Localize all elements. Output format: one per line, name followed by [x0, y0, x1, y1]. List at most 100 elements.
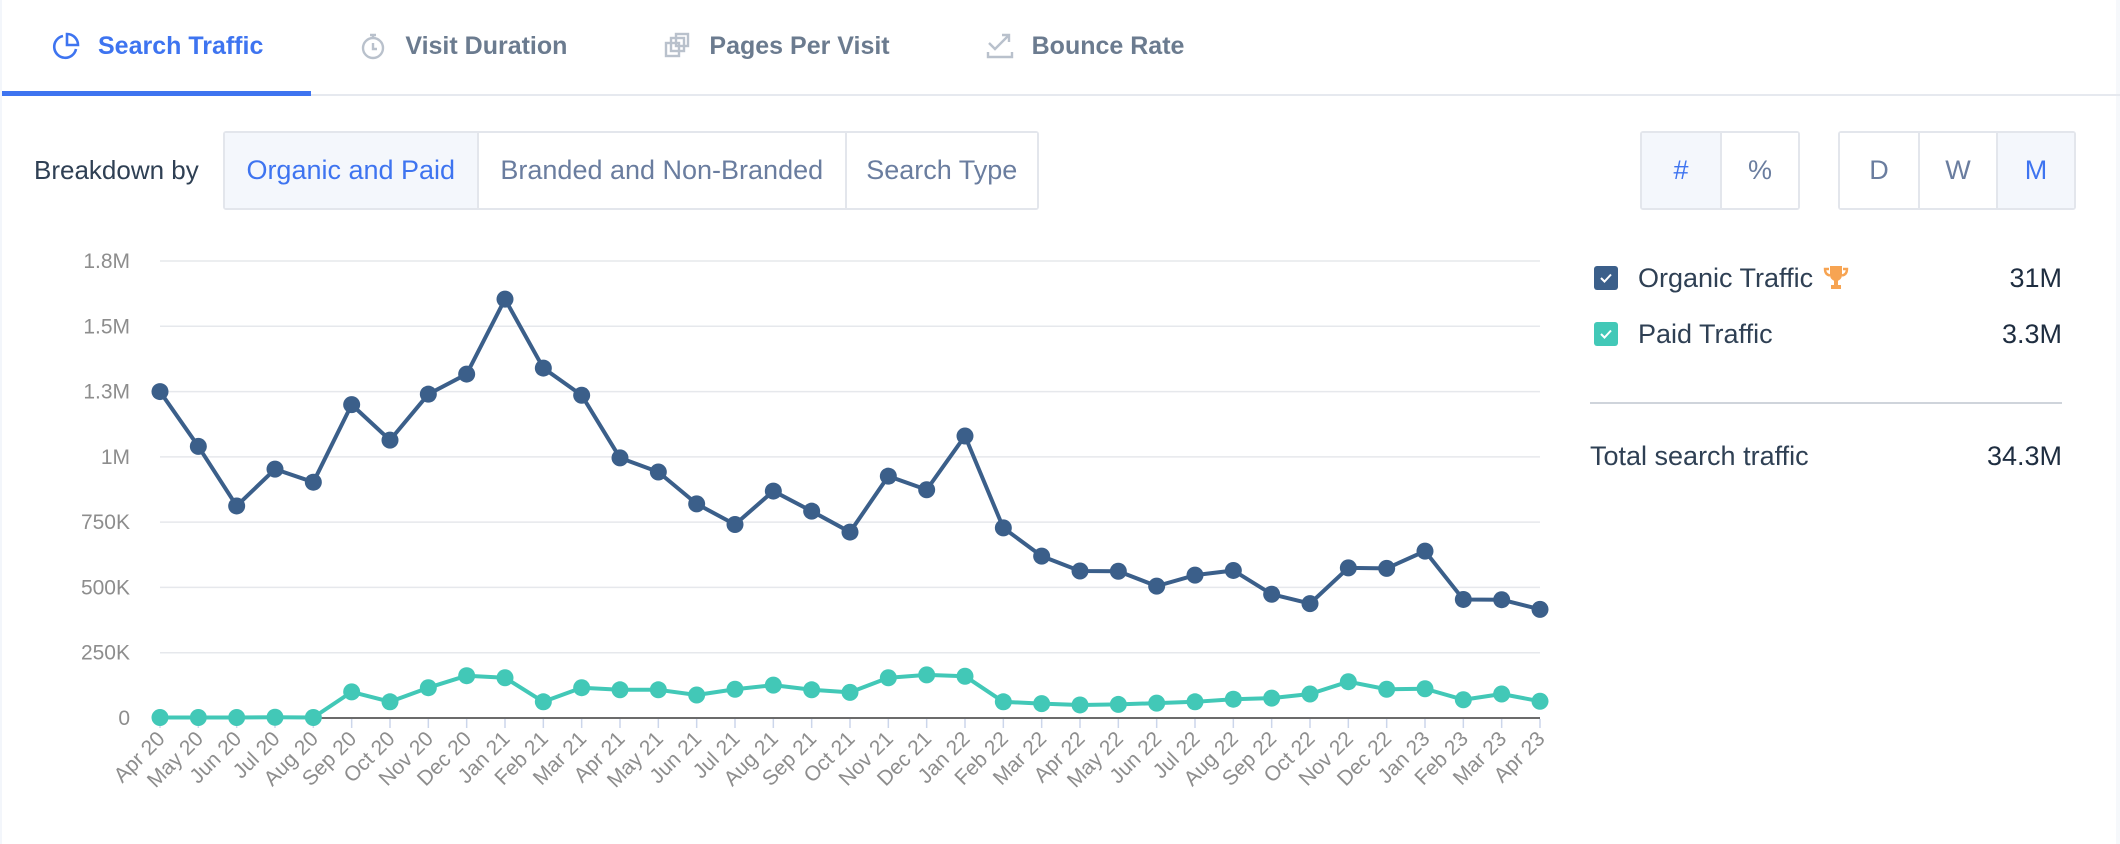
data-point[interactable]	[1301, 595, 1319, 613]
data-point[interactable]	[228, 708, 246, 726]
data-point[interactable]	[1263, 689, 1281, 707]
data-point[interactable]	[1109, 695, 1127, 713]
data-point[interactable]	[1148, 694, 1166, 712]
data-point[interactable]	[1033, 547, 1051, 565]
data-point[interactable]	[151, 383, 169, 401]
data-point[interactable]	[994, 519, 1012, 537]
breakdown-branded-button[interactable]: Branded and Non-Branded	[476, 133, 845, 208]
data-point[interactable]	[726, 680, 744, 698]
data-point[interactable]	[649, 681, 667, 699]
paid-checkbox[interactable]	[1594, 322, 1618, 346]
tab-visit-duration[interactable]: Visit Duration	[311, 0, 615, 94]
tab-search-traffic[interactable]: Search Traffic	[2, 0, 312, 96]
data-point[interactable]	[458, 667, 476, 685]
unit-number-button[interactable]: #	[1642, 133, 1720, 208]
data-point[interactable]	[726, 515, 744, 533]
data-point[interactable]	[1186, 693, 1204, 711]
data-point[interactable]	[994, 693, 1012, 711]
data-point[interactable]	[803, 502, 821, 520]
data-point[interactable]	[956, 427, 974, 445]
data-point[interactable]	[496, 290, 514, 308]
data-point[interactable]	[956, 667, 974, 685]
data-point[interactable]	[1071, 562, 1089, 580]
legend-item-paid: Paid Traffic 3.3M	[1590, 314, 2062, 354]
data-point[interactable]	[1416, 542, 1434, 560]
unit-percent-button[interactable]: %	[1720, 133, 1798, 208]
data-point[interactable]	[1454, 590, 1472, 608]
data-point[interactable]	[649, 463, 667, 481]
y-tick-label: 1M	[101, 446, 130, 469]
data-point[interactable]	[1071, 696, 1089, 714]
organic-checkbox[interactable]	[1594, 266, 1618, 290]
data-point[interactable]	[534, 693, 552, 711]
y-tick-label: 500K	[81, 576, 130, 599]
tab-label: Search Traffic	[98, 31, 264, 60]
data-point[interactable]	[496, 669, 514, 687]
period-day-button[interactable]: D	[1840, 133, 1918, 208]
data-point[interactable]	[1263, 585, 1281, 603]
data-point[interactable]	[151, 708, 169, 726]
data-point[interactable]	[1109, 562, 1127, 580]
data-point[interactable]	[573, 679, 591, 697]
legend-label-text: Paid Traffic	[1638, 318, 1773, 349]
data-point[interactable]	[266, 460, 284, 478]
data-point[interactable]	[611, 449, 629, 467]
data-point[interactable]	[1493, 591, 1511, 609]
metric-tabs: Search Traffic Visit Duration Pages Per …	[2, 0, 2120, 96]
data-point[interactable]	[1301, 685, 1319, 703]
legend-label: Paid Traffic	[1638, 319, 2002, 350]
data-point[interactable]	[266, 708, 284, 726]
data-point[interactable]	[304, 708, 322, 726]
data-point[interactable]	[1148, 577, 1166, 595]
data-point[interactable]	[918, 666, 936, 684]
data-point[interactable]	[1454, 691, 1472, 709]
data-point[interactable]	[611, 681, 629, 699]
data-point[interactable]	[1224, 690, 1242, 708]
data-point[interactable]	[841, 683, 859, 701]
breakdown-search-type-button[interactable]: Search Type	[844, 133, 1037, 208]
data-point[interactable]	[189, 437, 207, 455]
data-point[interactable]	[381, 431, 399, 449]
y-tick-label: 250K	[81, 642, 130, 665]
breakdown-organic-paid-button[interactable]: Organic and Paid	[224, 133, 477, 208]
data-point[interactable]	[688, 495, 706, 513]
data-point[interactable]	[189, 708, 207, 726]
data-point[interactable]	[841, 523, 859, 541]
tab-pages-per-visit[interactable]: Pages Per Visit	[615, 0, 937, 94]
data-point[interactable]	[381, 693, 399, 711]
data-point[interactable]	[534, 359, 552, 377]
data-point[interactable]	[228, 497, 246, 515]
data-point[interactable]	[1186, 566, 1204, 584]
legend-divider	[1590, 402, 2062, 404]
legend-value: 3.3M	[2001, 318, 2062, 349]
data-point[interactable]	[1339, 673, 1357, 691]
tab-bounce-rate[interactable]: Bounce Rate	[938, 0, 1233, 94]
data-point[interactable]	[1224, 561, 1242, 579]
data-point[interactable]	[458, 365, 476, 383]
period-month-button[interactable]: M	[1996, 133, 2074, 208]
data-point[interactable]	[764, 482, 782, 500]
pie-chart-icon	[52, 32, 80, 60]
data-point[interactable]	[1531, 692, 1549, 710]
data-point[interactable]	[1493, 685, 1511, 703]
data-point[interactable]	[879, 669, 897, 687]
data-point[interactable]	[343, 396, 361, 414]
data-point[interactable]	[1378, 559, 1396, 577]
period-week-button[interactable]: W	[1918, 133, 1996, 208]
data-point[interactable]	[803, 681, 821, 699]
data-point[interactable]	[879, 467, 897, 485]
data-point[interactable]	[688, 686, 706, 704]
data-point[interactable]	[1339, 559, 1357, 577]
data-point[interactable]	[304, 473, 322, 491]
data-point[interactable]	[343, 683, 361, 701]
data-point[interactable]	[573, 386, 591, 404]
data-point[interactable]	[419, 385, 437, 403]
data-point[interactable]	[419, 679, 437, 697]
data-point[interactable]	[1033, 695, 1051, 713]
data-point[interactable]	[1378, 680, 1396, 698]
data-point[interactable]	[764, 676, 782, 694]
data-point[interactable]	[918, 481, 936, 499]
data-point[interactable]	[1416, 680, 1434, 698]
data-point[interactable]	[1531, 600, 1549, 618]
bounce-arrow-icon	[986, 32, 1014, 60]
